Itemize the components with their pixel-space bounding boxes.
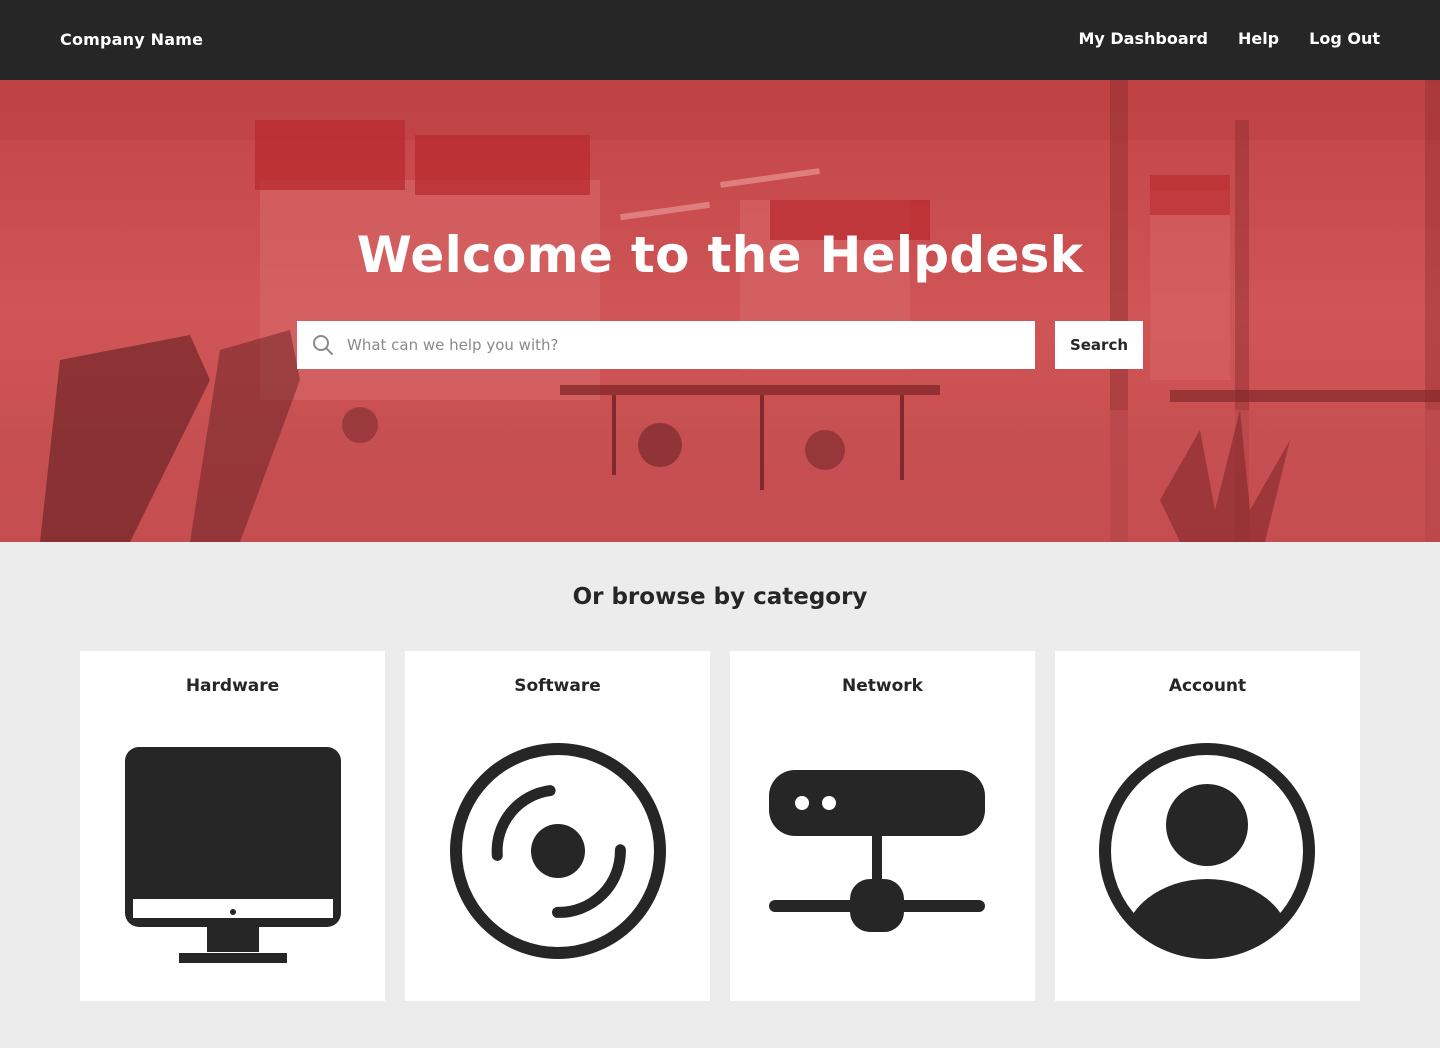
category-label: Account <box>1168 676 1247 696</box>
category-label: Network <box>842 676 923 696</box>
category-card-account[interactable]: Account <box>1055 651 1360 1001</box>
top-nav-bar: Company Name My Dashboard Help Log Out <box>0 0 1440 80</box>
search-bar <box>297 321 1035 369</box>
nav-log-out[interactable]: Log Out <box>1309 29 1380 48</box>
category-card-hardware[interactable]: Hardware <box>80 651 385 1001</box>
nav-my-dashboard[interactable]: My Dashboard <box>1078 29 1208 48</box>
brand-link[interactable]: Company Name <box>60 30 203 49</box>
server-network-icon <box>769 770 985 932</box>
search-button[interactable]: Search <box>1055 321 1143 369</box>
monitor-icon <box>125 747 341 963</box>
hero-title: Welcome to the Helpdesk <box>356 226 1084 284</box>
category-label: Software <box>514 676 601 696</box>
search-input[interactable] <box>345 321 1035 369</box>
nav-help[interactable]: Help <box>1238 29 1279 48</box>
disc-icon <box>450 743 666 959</box>
category-card-network[interactable]: Network <box>730 651 1035 1001</box>
category-label: Hardware <box>185 676 280 696</box>
browse-by-category-heading: Or browse by category <box>572 584 868 610</box>
category-card-software[interactable]: Software <box>405 651 710 1001</box>
hero-office-background-image <box>0 80 1440 542</box>
search-icon <box>297 321 345 369</box>
main-nav: My Dashboard Help Log Out <box>1078 29 1380 48</box>
user-circle-icon <box>1099 743 1315 959</box>
hero-banner: Welcome to the Helpdesk Search <box>0 80 1440 542</box>
